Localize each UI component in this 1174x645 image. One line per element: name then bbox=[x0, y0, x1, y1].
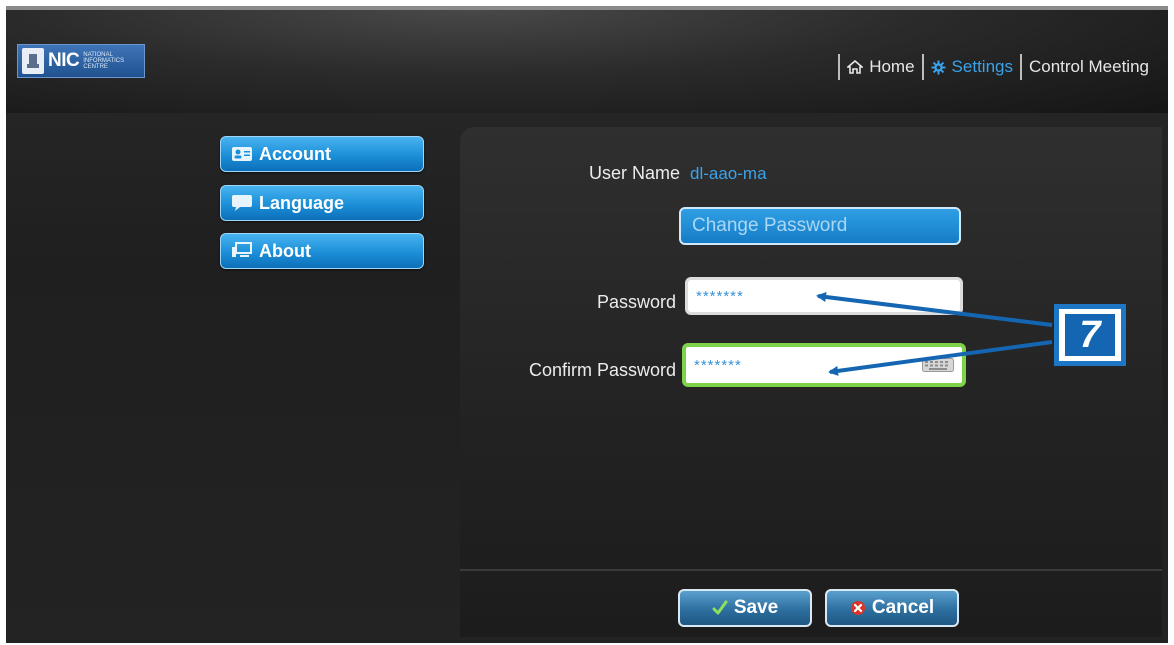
callout-arrows bbox=[816, 292, 1053, 376]
checkmark-icon bbox=[712, 600, 728, 615]
cancel-button[interactable]: Cancel bbox=[825, 589, 959, 627]
callout-arrow-confirm bbox=[828, 340, 1053, 376]
callout-number: 7 bbox=[1065, 314, 1115, 356]
save-label: Save bbox=[733, 597, 779, 618]
cancel-label: Cancel bbox=[871, 597, 935, 618]
save-button[interactable]: Save bbox=[678, 589, 812, 627]
close-icon bbox=[850, 601, 865, 615]
callout-badge: 7 bbox=[1054, 304, 1126, 366]
callout-arrow-password bbox=[816, 292, 1053, 327]
